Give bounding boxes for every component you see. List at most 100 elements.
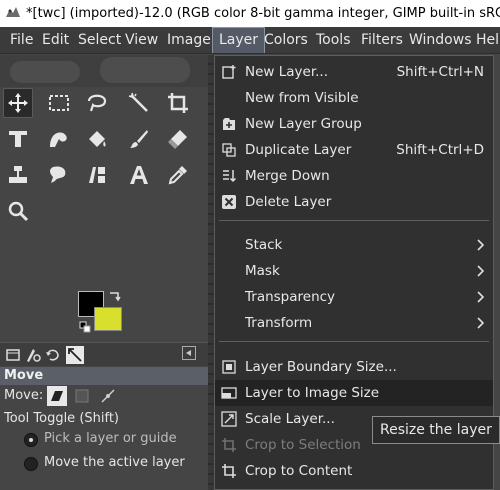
menu-item-label: New Layer Group (245, 116, 362, 132)
smudge-tool-button[interactable] (44, 160, 74, 190)
fuzzy-select-button[interactable] (124, 88, 154, 118)
crop-tool-button[interactable] (163, 88, 193, 118)
menu-item-label: Duplicate Layer (245, 142, 352, 158)
delete-layer-icon (222, 195, 236, 209)
menu-item-label: New from Visible (245, 90, 359, 106)
window-title-bar[interactable]: *[twc] (imported)-12.0 (RGB color 8-bit … (0, 0, 500, 27)
text-tool-icon (130, 166, 148, 184)
menu-item-label: Crop to Selection (245, 437, 361, 453)
menu-item-label: Transparency (245, 289, 336, 305)
menu-item-label: Scale Layer... (245, 411, 335, 427)
free-select-button[interactable] (82, 88, 112, 118)
background-color-swatch[interactable] (94, 307, 122, 331)
menu-image[interactable]: Image (161, 27, 217, 53)
menu-item-shortcut: Shift+Ctrl+D (396, 142, 484, 158)
undo-history-tab[interactable] (44, 346, 62, 364)
move-active-layer-radio[interactable] (24, 457, 38, 471)
menu-item-merge-down[interactable]: Merge Down (215, 163, 493, 189)
clone-tool-button[interactable] (3, 160, 33, 190)
submenu-arrow-icon (477, 265, 485, 277)
rect-select-button[interactable] (44, 88, 74, 118)
color-picker-button[interactable] (163, 160, 193, 190)
menu-colors[interactable]: Colors (258, 27, 314, 53)
menu-item-label: Layer to Image Size (245, 385, 380, 401)
menu-item-label: Merge Down (245, 168, 330, 184)
menu-item-label: New Layer... (245, 64, 329, 80)
move-mode-path-button[interactable] (98, 386, 118, 406)
menu-help[interactable]: Help (470, 27, 500, 53)
paths-tool-icon (89, 167, 105, 183)
menu-item-label: Transform (245, 315, 313, 331)
layer-to-image-size-icon (221, 387, 237, 399)
menu-item-layer-boundary-size[interactable]: Layer Boundary Size... (215, 354, 493, 380)
menu-item-label: Mask (245, 263, 280, 279)
menu-bar: File Edit Select View Image Layer Colors… (0, 27, 500, 54)
zoom-tool-button[interactable] (3, 196, 33, 226)
menu-item-label: Delete Layer (245, 194, 332, 210)
move-mode-selection-button[interactable] (72, 386, 92, 406)
wilber-drop-area[interactable] (0, 55, 208, 87)
menu-item-transform[interactable]: Transform (215, 310, 493, 336)
tool-options-tab[interactable] (4, 346, 22, 364)
toolbox-panel: Move Move: Tool Toggle (Shift) Pick a la… (0, 55, 208, 490)
unified-transform-icon (9, 131, 27, 147)
menu-item-stack[interactable]: Stack (215, 232, 493, 258)
tool-options-title: Move (0, 367, 208, 385)
clone-tool-icon (9, 166, 27, 183)
eraser-button[interactable] (163, 124, 193, 154)
images-tab[interactable] (66, 346, 84, 364)
menu-item-duplicate-layer[interactable]: Duplicate Layer Shift+Ctrl+D (215, 137, 493, 163)
color-picker-icon (168, 166, 187, 185)
move-tool-icon (8, 93, 28, 113)
menu-separator (219, 220, 489, 221)
submenu-arrow-icon (477, 317, 485, 329)
rect-select-icon (49, 95, 69, 111)
move-mode-layer-button[interactable] (47, 386, 67, 406)
bucket-fill-button[interactable] (82, 124, 112, 154)
warp-transform-icon (50, 132, 67, 147)
menu-item-new-layer[interactable]: New Layer... Shift+Ctrl+N (215, 59, 493, 85)
tool-toggle-label: Tool Toggle (Shift) (4, 411, 120, 426)
path-mode-icon (101, 389, 115, 403)
tab-menu-button[interactable] (182, 346, 196, 360)
menu-file[interactable]: File (4, 27, 39, 53)
swap-colors-icon[interactable] (108, 289, 122, 303)
menu-item-layer-to-image-size[interactable]: Layer to Image Size (215, 380, 493, 406)
move-mode-label: Move: (4, 388, 44, 403)
paintbrush-button[interactable] (124, 124, 154, 154)
menu-item-shortcut: Shift+Ctrl+N (396, 64, 484, 80)
device-status-tab[interactable] (24, 346, 42, 364)
menu-item-delete-layer[interactable]: Delete Layer (215, 189, 493, 215)
paths-tool-button[interactable] (82, 160, 112, 190)
pick-layer-label: Pick a layer or guide (44, 431, 177, 446)
menu-item-label: Stack (245, 237, 283, 253)
smudge-tool-icon (50, 166, 66, 183)
unified-transform-button[interactable] (3, 124, 33, 154)
warp-transform-button[interactable] (44, 124, 74, 154)
menu-filters[interactable]: Filters (355, 27, 409, 53)
crop-tool-icon (168, 93, 188, 113)
paintbrush-icon (130, 130, 148, 148)
reset-colors-icon[interactable] (79, 318, 91, 333)
gimp-app-icon (6, 7, 20, 17)
menu-item-mask[interactable]: Mask (215, 258, 493, 284)
duplicate-layer-icon (222, 143, 236, 157)
new-layer-group-icon (223, 118, 235, 130)
menu-view[interactable]: View (119, 27, 164, 53)
free-select-icon (87, 94, 107, 112)
menu-windows[interactable]: Windows (403, 27, 478, 53)
pick-layer-radio[interactable] (24, 433, 38, 447)
fuzzy-select-icon (128, 92, 148, 112)
menu-item-crop-to-content[interactable]: Crop to Content (215, 458, 493, 484)
move-tool-button[interactable] (3, 88, 33, 118)
menu-tools[interactable]: Tools (310, 27, 357, 53)
menu-item-new-layer-group[interactable]: New Layer Group (215, 111, 493, 137)
text-tool-button[interactable] (124, 160, 154, 190)
menu-item-transparency[interactable]: Transparency (215, 284, 493, 310)
scale-layer-icon (221, 411, 237, 427)
submenu-arrow-icon (477, 291, 485, 303)
menu-item-new-from-visible[interactable]: New from Visible (215, 85, 493, 111)
menu-edit[interactable]: Edit (36, 27, 75, 53)
tool-options-icon (6, 349, 20, 361)
layer-boundary-size-icon (222, 360, 236, 374)
